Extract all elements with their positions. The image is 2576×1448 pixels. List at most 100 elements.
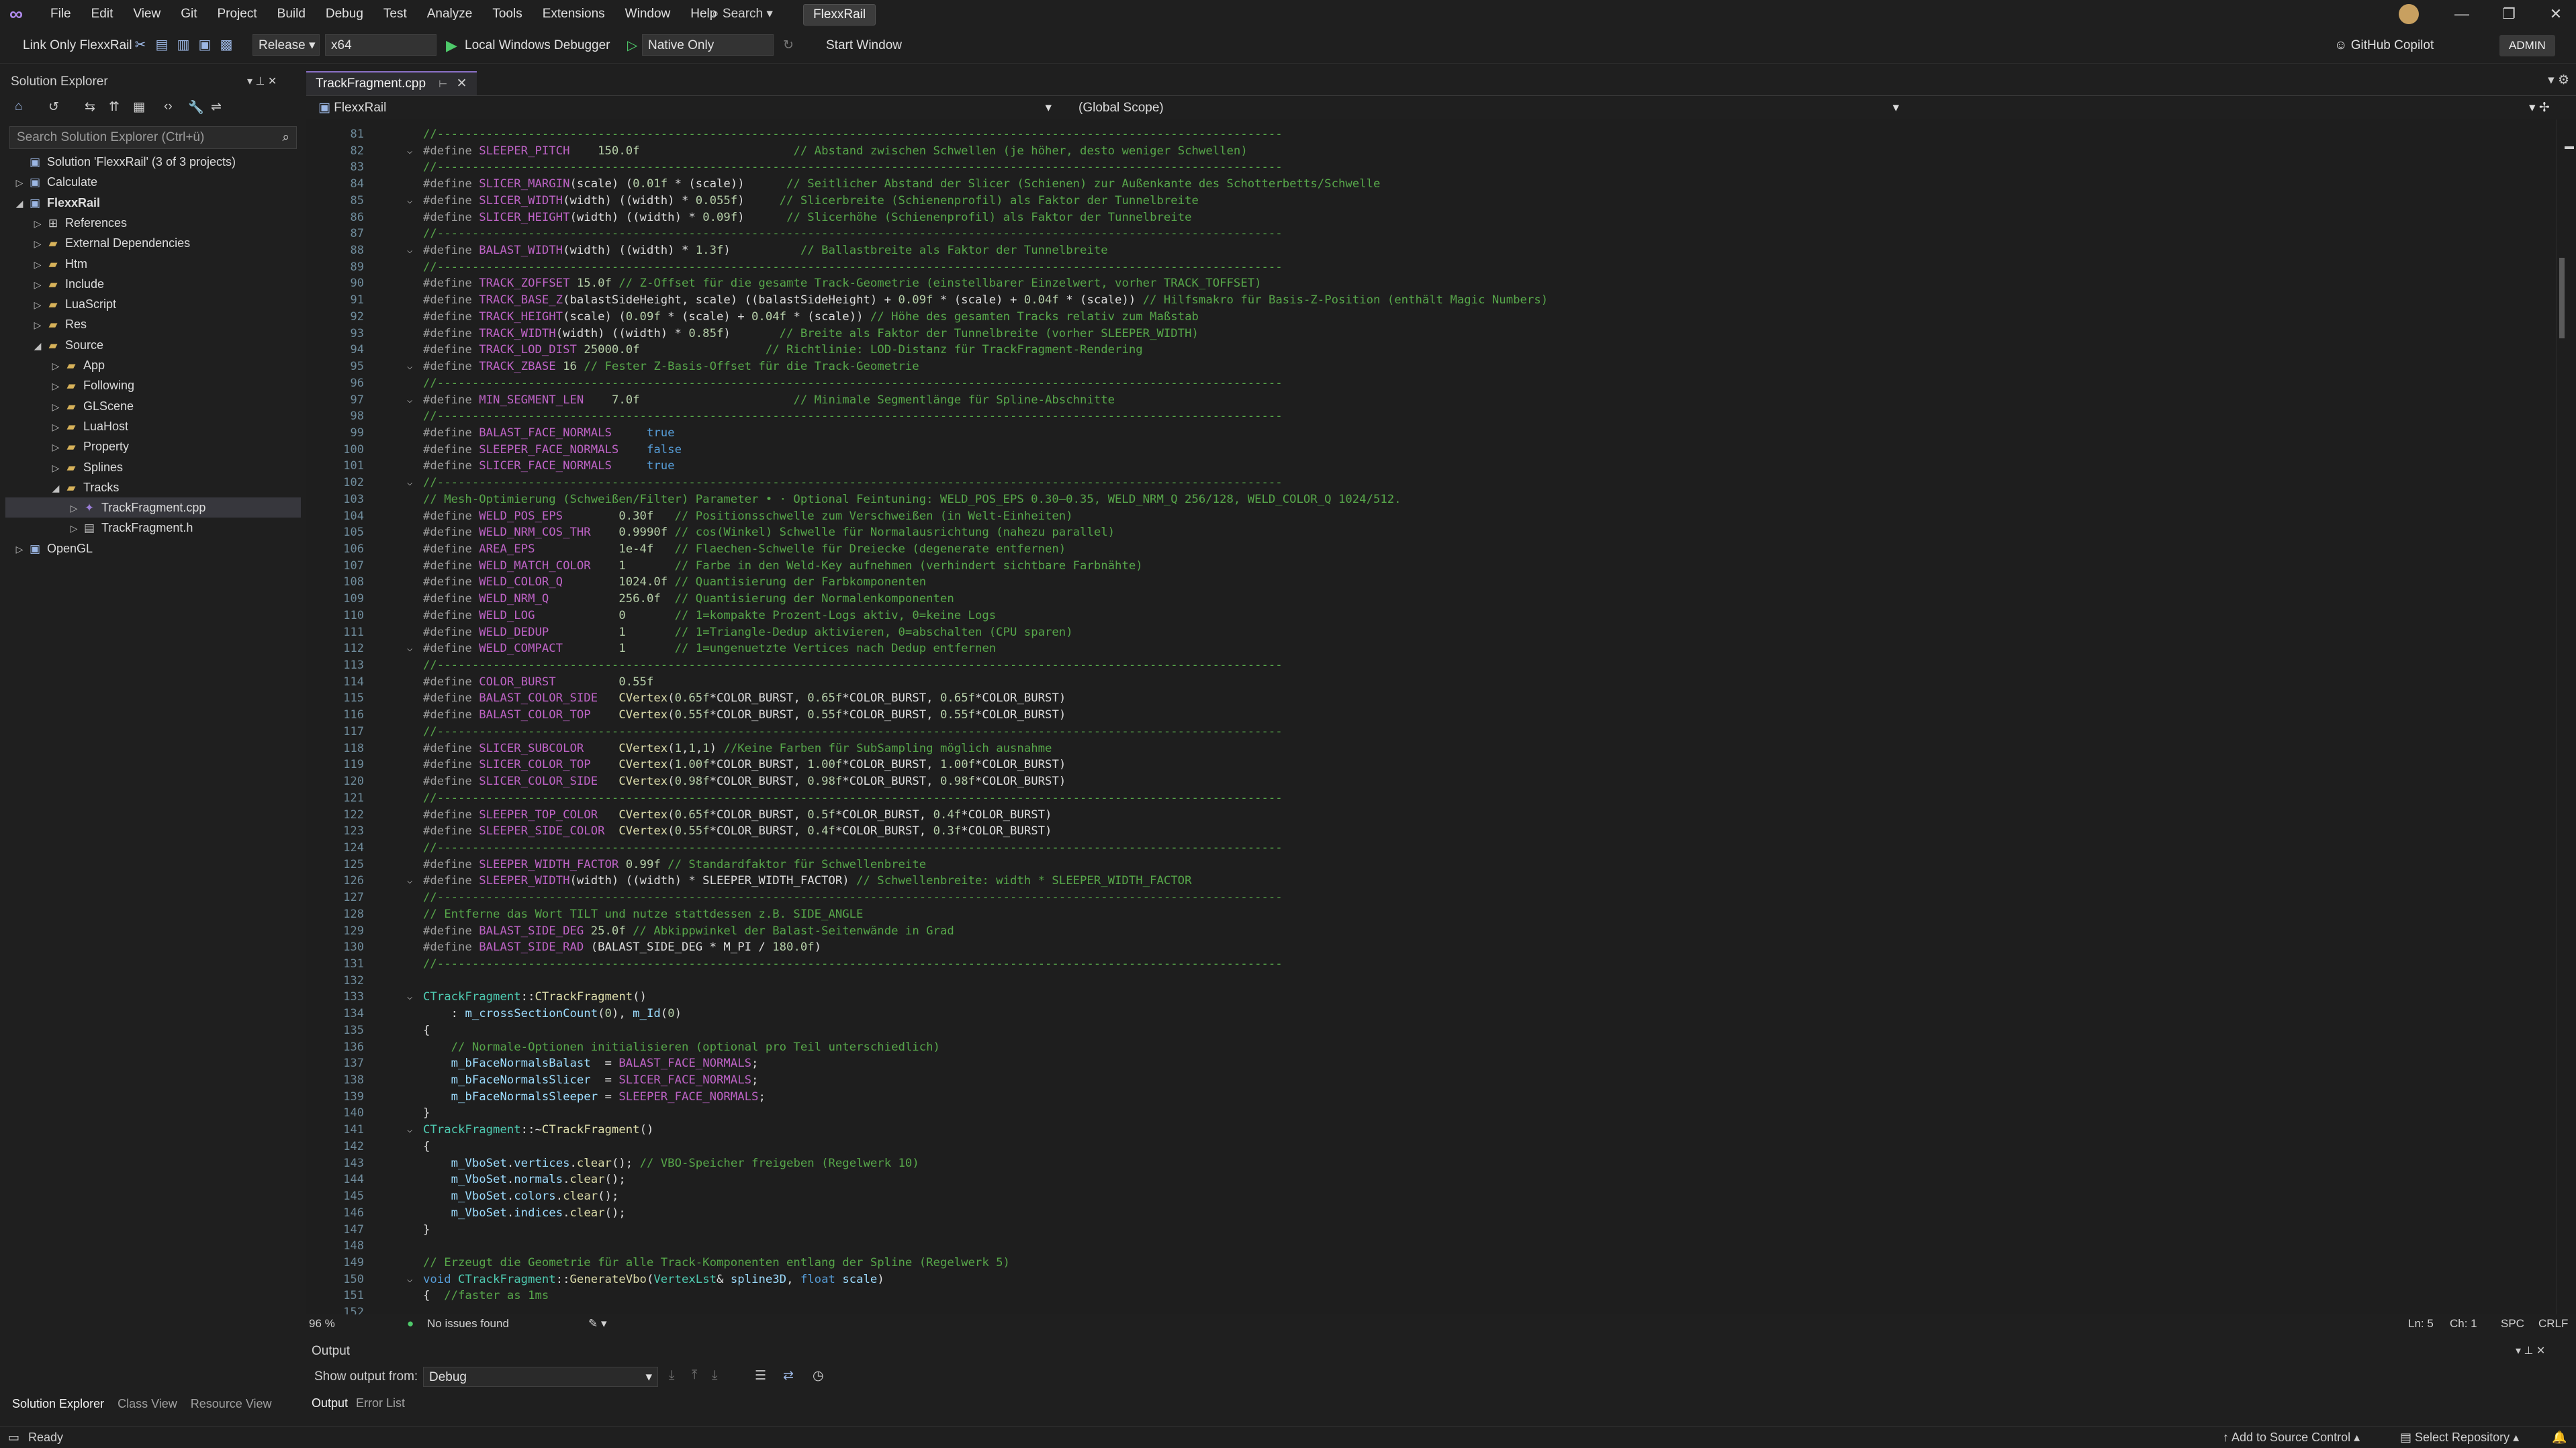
- home-icon[interactable]: ⌂: [15, 99, 22, 114]
- fold-chevron-icon[interactable]: ⌵: [407, 1122, 416, 1138]
- code-line[interactable]: m_bFaceNormalsBalast = BALAST_FACE_NORMA…: [423, 1055, 759, 1072]
- fold-chevron-icon[interactable]: ⌵: [407, 358, 416, 375]
- code-line[interactable]: : m_crossSectionCount(0), m_Id(0): [423, 1006, 682, 1022]
- avatar[interactable]: [2399, 4, 2419, 24]
- menu-item-view[interactable]: View: [123, 0, 171, 28]
- code-line[interactable]: {: [423, 1139, 430, 1155]
- tree-item[interactable]: ◢ ▰ Tracks: [5, 477, 301, 497]
- code-line[interactable]: //--------------------------------------…: [423, 259, 1283, 276]
- code-line[interactable]: #define SLEEPER_WIDTH_FACTOR 0.99f // St…: [423, 857, 926, 873]
- code-line[interactable]: #define TRACK_HEIGHT(scale) (0.09f * (sc…: [423, 309, 1199, 326]
- properties-icon[interactable]: 🔧: [188, 99, 204, 115]
- tab-solution-explorer[interactable]: Solution Explorer: [12, 1394, 104, 1414]
- collapsed-arrow-icon[interactable]: ▷: [30, 213, 45, 234]
- save-icon[interactable]: ▣: [196, 36, 214, 54]
- tree-item[interactable]: ◢ ▣ FlexxRail: [5, 193, 301, 213]
- debug-mode-select[interactable]: Native Only: [642, 34, 774, 56]
- code-line[interactable]: void CTrackFragment::GenerateVbo(VertexL…: [423, 1271, 884, 1288]
- project-scope-select[interactable]: ▣ FlexxRail ▾: [312, 99, 1060, 117]
- collapsed-arrow-icon[interactable]: ▷: [12, 173, 27, 193]
- code-line[interactable]: #define AREA_EPS 1e-4f // Flaechen-Schwe…: [423, 541, 1066, 558]
- tab-overflow-icon[interactable]: ▾ ⚙: [2548, 73, 2569, 88]
- copilot-button[interactable]: ☺ GitHub Copilot: [2334, 28, 2434, 63]
- code-line[interactable]: #define SLICER_COLOR_SIDE CVertex(0.98f*…: [423, 773, 1066, 790]
- line-number[interactable]: Ln: 5: [2408, 1314, 2434, 1333]
- collapsed-arrow-icon[interactable]: ▷: [66, 498, 81, 518]
- code-line[interactable]: #define WELD_COMPACT 1 // 1=ungenuetzte …: [423, 640, 996, 657]
- collapsed-arrow-icon[interactable]: ▷: [30, 315, 45, 335]
- tree-item[interactable]: ▷ ▣ OpenGL: [5, 538, 301, 559]
- tree-item[interactable]: ▷ ✦ TrackFragment.cpp: [5, 497, 301, 518]
- code-line[interactable]: #define SLICER_MARGIN(scale) (0.01f * (s…: [423, 176, 1380, 193]
- collapsed-arrow-icon[interactable]: ▷: [30, 295, 45, 315]
- refresh-icon[interactable]: ↻: [783, 28, 794, 63]
- select-repository-button[interactable]: ▤ Select Repository ▴: [2400, 1427, 2519, 1448]
- tree-item[interactable]: ▷ ▣ Calculate: [5, 172, 301, 192]
- add-source-control-button[interactable]: ↑ Add to Source Control ▴: [2223, 1427, 2360, 1448]
- start-debug-icon[interactable]: ▶: [446, 28, 457, 63]
- restore-icon[interactable]: ❐: [2489, 0, 2529, 28]
- panel-options-icon[interactable]: ▾ ⊥ ✕: [2516, 1340, 2545, 1363]
- fold-chevron-icon[interactable]: ⌵: [407, 989, 416, 1005]
- pin-icon[interactable]: ⊢: [439, 79, 447, 90]
- code-line[interactable]: //--------------------------------------…: [423, 956, 1283, 973]
- code-line[interactable]: // Erzeugt die Geometrie für alle Track-…: [423, 1255, 1010, 1271]
- fold-chevron-icon[interactable]: ⌵: [407, 242, 416, 258]
- brush-icon[interactable]: ✎ ▾: [588, 1314, 607, 1333]
- global-scope-select[interactable]: (Global Scope) ▾: [1072, 99, 1907, 117]
- code-line[interactable]: #define WELD_MATCH_COLOR 1 // Farbe in d…: [423, 558, 1143, 575]
- collapsed-arrow-icon[interactable]: ▷: [48, 437, 63, 457]
- code-line[interactable]: #define WELD_COLOR_Q 1024.0f // Quantisi…: [423, 574, 926, 591]
- fold-chevron-icon[interactable]: ⌵: [407, 873, 416, 889]
- menu-item-file[interactable]: File: [40, 0, 81, 28]
- code-line[interactable]: { //faster as 1ms: [423, 1288, 549, 1304]
- open-icon[interactable]: ▥: [175, 36, 192, 54]
- menu-item-test[interactable]: Test: [373, 0, 417, 28]
- code-line[interactable]: #define SLEEPER_WIDTH(width) ((width) * …: [423, 873, 1191, 889]
- fold-chevron-icon[interactable]: ⌵: [407, 475, 416, 491]
- tree-item[interactable]: ◢ ▰ Source: [5, 335, 301, 355]
- code-line[interactable]: #define TRACK_LOD_DIST 25000.0f // Richt…: [423, 342, 1143, 358]
- tree-item[interactable]: ▷ ▰ Property: [5, 436, 301, 456]
- code-line[interactable]: //--------------------------------------…: [423, 126, 1283, 143]
- tree-item[interactable]: ▷ ▰ Htm: [5, 254, 301, 274]
- code-line[interactable]: #define SLICER_COLOR_TOP CVertex(1.00f*C…: [423, 757, 1066, 773]
- line-ending[interactable]: CRLF: [2538, 1314, 2568, 1333]
- menu-item-edit[interactable]: Edit: [81, 0, 124, 28]
- code-line[interactable]: //--------------------------------------…: [423, 657, 1283, 674]
- split-editor-icon[interactable]: ▾ ✢: [2522, 99, 2576, 117]
- debugger-button[interactable]: Local Windows Debugger: [465, 28, 610, 63]
- zoom-level[interactable]: 96 %: [309, 1314, 335, 1333]
- menu-item-project[interactable]: Project: [208, 0, 267, 28]
- code-line[interactable]: m_bFaceNormalsSlicer = SLICER_FACE_NORMA…: [423, 1072, 759, 1089]
- code-line[interactable]: #define TRACK_WIDTH(width) ((width) * 0.…: [423, 326, 1199, 342]
- tree-item[interactable]: ▣ Solution 'FlexxRail' (3 of 3 projects): [5, 152, 301, 172]
- panel-options-icon[interactable]: ▾ ⊥ ✕: [247, 70, 277, 94]
- code-line[interactable]: #define BALAST_COLOR_SIDE CVertex(0.65f*…: [423, 690, 1066, 707]
- minimize-icon[interactable]: —: [2442, 0, 2482, 28]
- code-line[interactable]: #define TRACK_ZBASE 16 // Fester Z-Basis…: [423, 358, 919, 375]
- tree-item[interactable]: ▷ ▰ Include: [5, 274, 301, 294]
- code-line[interactable]: //--------------------------------------…: [423, 159, 1283, 176]
- tab-close-icon[interactable]: ✕: [457, 77, 467, 91]
- indent-mode[interactable]: SPC: [2501, 1314, 2524, 1333]
- code-line[interactable]: #define SLICER_HEIGHT(width) ((width) * …: [423, 209, 1192, 226]
- code-line[interactable]: {: [423, 1022, 430, 1039]
- sync-icon[interactable]: ⇆: [85, 99, 95, 115]
- collapsed-arrow-icon[interactable]: ▷: [48, 356, 63, 376]
- cut-icon[interactable]: ✂: [132, 36, 149, 54]
- prev-icon[interactable]: ⤒: [692, 1368, 697, 1383]
- code-line[interactable]: #define SLEEPER_FACE_NORMALS false: [423, 442, 682, 458]
- collapsed-arrow-icon[interactable]: ▷: [12, 539, 27, 559]
- collapsed-arrow-icon[interactable]: ▷: [48, 417, 63, 437]
- code-line[interactable]: #define WELD_NRM_Q 256.0f // Quantisieru…: [423, 591, 954, 608]
- tree-item[interactable]: ▷ ▰ LuaHost: [5, 416, 301, 436]
- clock-icon[interactable]: ◷: [813, 1368, 824, 1384]
- code-line[interactable]: #define SLICER_WIDTH(width) ((width) * 0…: [423, 193, 1199, 209]
- code-line[interactable]: #define MIN_SEGMENT_LEN 7.0f // Minimale…: [423, 392, 1115, 409]
- word-wrap-icon[interactable]: ⇄: [783, 1368, 794, 1384]
- vertical-scrollbar[interactable]: [2556, 119, 2576, 1314]
- collapsed-arrow-icon[interactable]: ▷: [30, 254, 45, 275]
- tree-item[interactable]: ▷ ▰ Following: [5, 375, 301, 395]
- find-icon[interactable]: ⤓: [669, 1368, 674, 1383]
